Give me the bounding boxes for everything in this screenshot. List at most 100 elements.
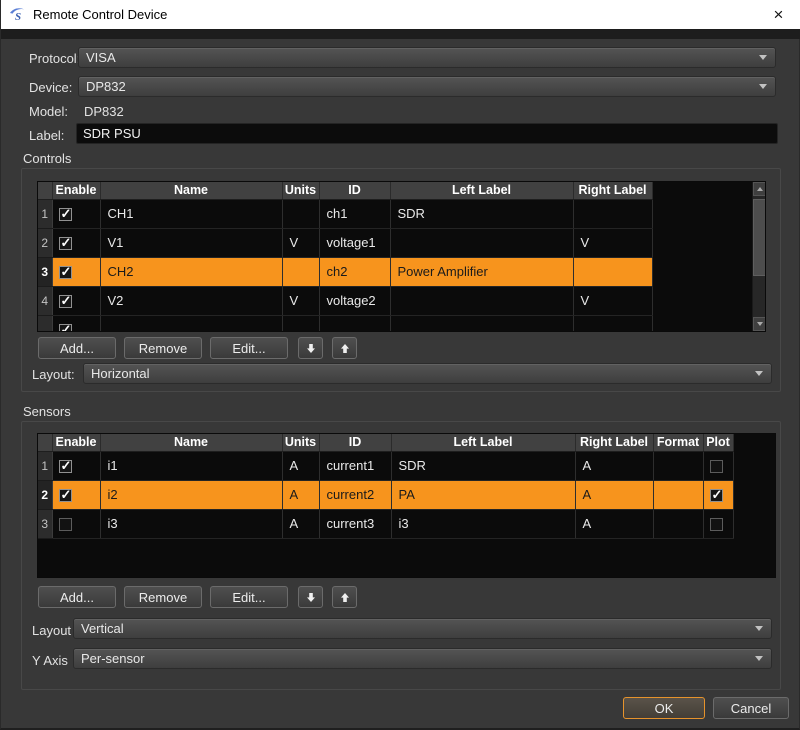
sensors-remove-button[interactable]: Remove [124,586,202,608]
enabled-checkbox[interactable] [59,518,72,531]
table-row[interactable]: 2i2Acurrent2PAA [38,480,776,509]
cell-left_label[interactable] [390,315,573,332]
cell-enabled[interactable] [52,315,100,332]
cell-plot[interactable] [703,480,733,509]
column-header[interactable]: Right Label [573,182,652,199]
cell-id[interactable]: voltage2 [319,286,390,315]
controls-add-button[interactable]: Add... [38,337,116,359]
sensors-layout-select[interactable]: Vertical [73,618,772,639]
cell-units[interactable]: V [282,228,319,257]
controls-edit-button[interactable]: Edit... [210,337,288,359]
column-header[interactable]: Left Label [390,182,573,199]
cancel-button[interactable]: Cancel [713,697,789,719]
cell-units[interactable] [282,315,319,332]
plot-checkbox[interactable] [710,460,723,473]
sensors-move-up-button[interactable] [332,586,357,608]
cell-left_label[interactable]: i3 [391,509,575,538]
cell-format[interactable] [653,451,703,480]
row-number[interactable]: 3 [38,257,52,286]
cell-id[interactable]: voltage1 [319,228,390,257]
sensors-yaxis-select[interactable]: Per-sensor [73,648,772,669]
cell-left_label[interactable] [390,228,573,257]
cell-format[interactable] [653,509,703,538]
controls-remove-button[interactable]: Remove [124,337,202,359]
table-row[interactable]: 4V2Vvoltage2V [38,286,753,315]
cell-enabled[interactable] [52,257,100,286]
cell-right_label[interactable] [573,257,652,286]
cell-units[interactable]: V [282,286,319,315]
column-header[interactable]: Left Label [391,434,575,451]
row-number[interactable]: 2 [38,228,52,257]
row-number[interactable]: 2 [38,480,52,509]
cell-units[interactable]: A [282,509,319,538]
cell-id[interactable]: current2 [319,480,391,509]
column-header[interactable]: Right Label [575,434,653,451]
cell-left_label[interactable]: SDR [390,199,573,228]
column-header[interactable]: Plot [703,434,733,451]
table-row[interactable]: 2V1Vvoltage1V [38,228,753,257]
cell-id[interactable]: ch1 [319,199,390,228]
cell-enabled[interactable] [52,509,100,538]
cell-units[interactable]: A [282,480,319,509]
scroll-down-button[interactable] [753,317,766,331]
column-header[interactable]: Name [100,182,282,199]
cell-right_label[interactable]: V [573,286,652,315]
column-header[interactable]: Enable [52,434,100,451]
column-header[interactable]: Units [282,434,319,451]
cell-id[interactable]: current3 [319,509,391,538]
column-header[interactable]: Enable [52,182,100,199]
cell-right_label[interactable]: A [575,480,653,509]
cell-name[interactable]: i3 [100,509,282,538]
sensors-add-button[interactable]: Add... [38,586,116,608]
row-number[interactable]: 4 [38,286,52,315]
scroll-thumb[interactable] [753,199,766,276]
cell-id[interactable] [319,315,390,332]
cell-name[interactable]: CH2 [100,257,282,286]
cell-enabled[interactable] [52,451,100,480]
sensors-move-down-button[interactable] [298,586,323,608]
cell-units[interactable] [282,199,319,228]
cell-enabled[interactable] [52,286,100,315]
enabled-checkbox[interactable] [59,460,72,473]
cell-name[interactable]: i2 [100,480,282,509]
device-select[interactable]: DP832 [78,76,776,97]
cell-name[interactable]: V1 [100,228,282,257]
column-header[interactable]: ID [319,182,390,199]
cell-left_label[interactable]: PA [391,480,575,509]
column-header[interactable]: Units [282,182,319,199]
scroll-up-button[interactable] [753,182,766,196]
cell-units[interactable]: A [282,451,319,480]
cell-name[interactable] [100,315,282,332]
cell-enabled[interactable] [52,228,100,257]
row-number[interactable] [38,315,52,332]
cell-name[interactable]: i1 [100,451,282,480]
enabled-checkbox[interactable] [59,237,72,250]
table-row[interactable]: 3i3Acurrent3i3A [38,509,776,538]
cell-name[interactable]: CH1 [100,199,282,228]
enabled-checkbox[interactable] [59,208,72,221]
controls-move-up-button[interactable] [332,337,357,359]
controls-move-down-button[interactable] [298,337,323,359]
enabled-checkbox[interactable] [59,266,72,279]
table-row[interactable] [38,315,753,332]
cell-right_label[interactable]: A [575,509,653,538]
enabled-checkbox[interactable] [59,295,72,308]
column-header[interactable]: Format [653,434,703,451]
cell-plot[interactable] [703,451,733,480]
cell-id[interactable]: ch2 [319,257,390,286]
plot-checkbox[interactable] [710,489,723,502]
label-input[interactable]: SDR PSU [76,123,778,144]
table-row[interactable]: 1i1Acurrent1SDRA [38,451,776,480]
cell-left_label[interactable]: SDR [391,451,575,480]
table-row[interactable]: 1 CH1 ch1SDR [38,199,753,228]
enabled-checkbox[interactable] [59,324,72,332]
cell-enabled[interactable] [52,480,100,509]
cell-format[interactable] [653,480,703,509]
cell-right_label[interactable] [573,199,652,228]
cell-left_label[interactable] [390,286,573,315]
sensors-edit-button[interactable]: Edit... [210,586,288,608]
plot-checkbox[interactable] [710,518,723,531]
row-number[interactable]: 1 [38,199,52,228]
cell-plot[interactable] [703,509,733,538]
row-number[interactable]: 1 [38,451,52,480]
